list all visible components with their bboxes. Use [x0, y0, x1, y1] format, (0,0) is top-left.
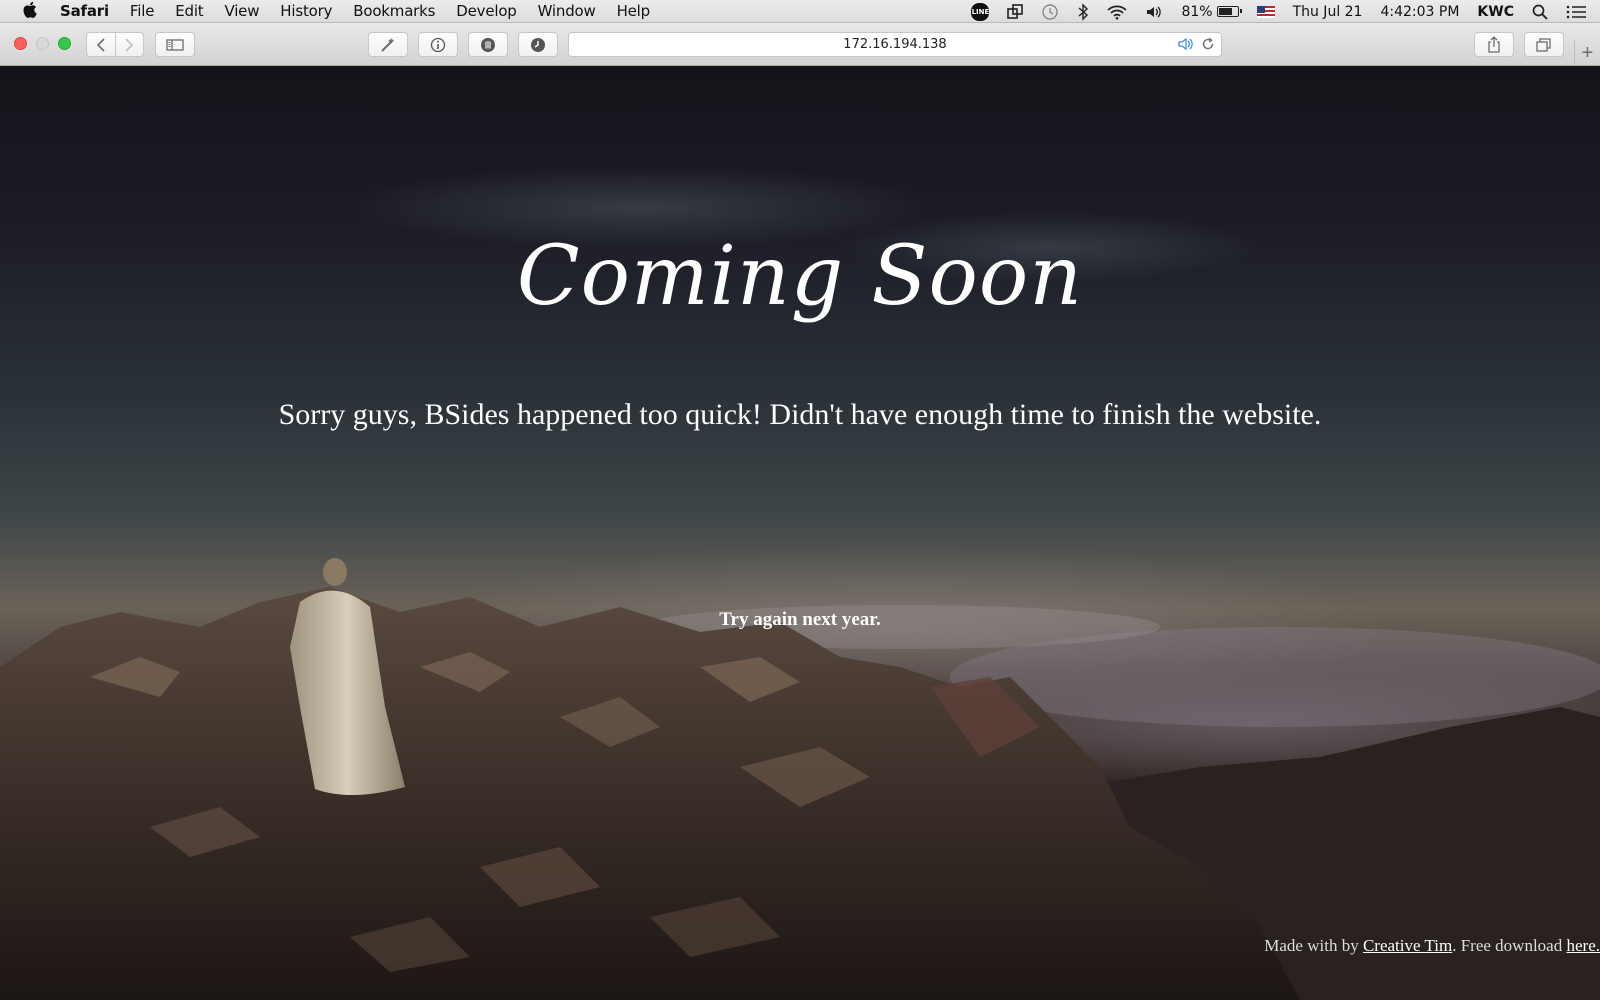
menu-window[interactable]: Window: [538, 2, 596, 20]
sidebar-icon: [166, 38, 184, 51]
back-forward-group: [86, 32, 144, 57]
sidebar-toggle-button[interactable]: [155, 32, 195, 57]
line-app-icon[interactable]: LINE: [971, 2, 990, 21]
share-button[interactable]: [1474, 32, 1514, 57]
battery-percent: 81%: [1181, 3, 1213, 20]
info-button[interactable]: [418, 32, 458, 57]
chevron-right-icon: [125, 37, 134, 52]
privacy-extension-button[interactable]: [468, 32, 508, 57]
user-name[interactable]: KWC: [1477, 4, 1514, 20]
footer-author-link[interactable]: Creative Tim: [1363, 936, 1452, 955]
browser-toolbar: 172.16.194.138 +: [0, 23, 1600, 66]
clock-time[interactable]: 4:42:03 PM: [1380, 4, 1459, 20]
audio-playing-icon[interactable]: [1177, 37, 1195, 55]
notification-center-icon[interactable]: [1566, 5, 1586, 19]
web-page: Coming Soon Sorry guys, BSides happened …: [0, 67, 1600, 1000]
time-machine-icon[interactable]: [1041, 3, 1059, 21]
input-source-flag-icon[interactable]: [1256, 5, 1275, 18]
screen-capture-icon[interactable]: [1007, 3, 1024, 20]
volume-icon[interactable]: [1145, 4, 1163, 20]
sparkle-wand-icon: [381, 37, 394, 52]
back-button[interactable]: [87, 33, 116, 56]
window-close-button[interactable]: [14, 37, 27, 50]
new-tab-button[interactable]: +: [1574, 40, 1600, 66]
menu-app-name[interactable]: Safari: [60, 2, 109, 20]
menu-file[interactable]: File: [130, 2, 155, 20]
wifi-icon[interactable]: [1107, 4, 1128, 20]
battery-icon: [1216, 6, 1242, 17]
clock-icon: [531, 37, 545, 52]
extension-button[interactable]: [368, 32, 408, 57]
shield-icon: [481, 37, 495, 52]
forward-button[interactable]: [116, 33, 144, 56]
footer-download-link[interactable]: here.: [1566, 936, 1600, 955]
menu-history[interactable]: History: [280, 2, 332, 20]
menu-bar: Safari File Edit View History Bookmarks …: [0, 0, 1600, 23]
menu-view[interactable]: View: [224, 2, 259, 20]
show-all-tabs-button[interactable]: [1524, 32, 1564, 57]
clock-date[interactable]: Thu Jul 21: [1293, 4, 1363, 20]
reload-icon[interactable]: [1201, 37, 1215, 55]
page-title: Coming Soon: [516, 229, 1084, 324]
status-area: LINE 81% Thu Jul 21 4:42:03 PM KWC: [971, 0, 1600, 23]
mountain-background-image: [0, 558, 1600, 1000]
menu-bookmarks[interactable]: Bookmarks: [353, 2, 435, 20]
history-extension-button[interactable]: [518, 32, 558, 57]
address-bar[interactable]: 172.16.194.138: [568, 32, 1222, 57]
address-bar-url: 172.16.194.138: [843, 37, 947, 52]
bluetooth-icon[interactable]: [1077, 2, 1089, 21]
menu-develop[interactable]: Develop: [456, 2, 517, 20]
chevron-left-icon: [96, 37, 105, 52]
menu-edit[interactable]: Edit: [175, 2, 203, 20]
battery-status[interactable]: 81%: [1181, 3, 1242, 20]
share-icon: [1488, 36, 1500, 53]
footer-middle: . Free download: [1452, 936, 1567, 955]
page-subtitle: Sorry guys, BSides happened too quick! D…: [278, 398, 1322, 431]
menu-help[interactable]: Help: [617, 2, 651, 20]
window-minimize-button[interactable]: [36, 37, 49, 50]
window-zoom-button[interactable]: [58, 37, 71, 50]
line-app-label: LINE: [971, 2, 990, 21]
info-icon: [430, 37, 446, 52]
page-footer: Made with by Creative Tim. Free download…: [1200, 936, 1600, 956]
tabs-overview-icon: [1536, 37, 1551, 52]
page-note: Try again next year.: [719, 609, 881, 630]
spotlight-search-icon[interactable]: [1532, 4, 1548, 20]
footer-prefix: Made with by: [1264, 936, 1363, 955]
battery-level-fill: [1218, 8, 1233, 15]
apple-menu-icon[interactable]: [22, 1, 42, 22]
